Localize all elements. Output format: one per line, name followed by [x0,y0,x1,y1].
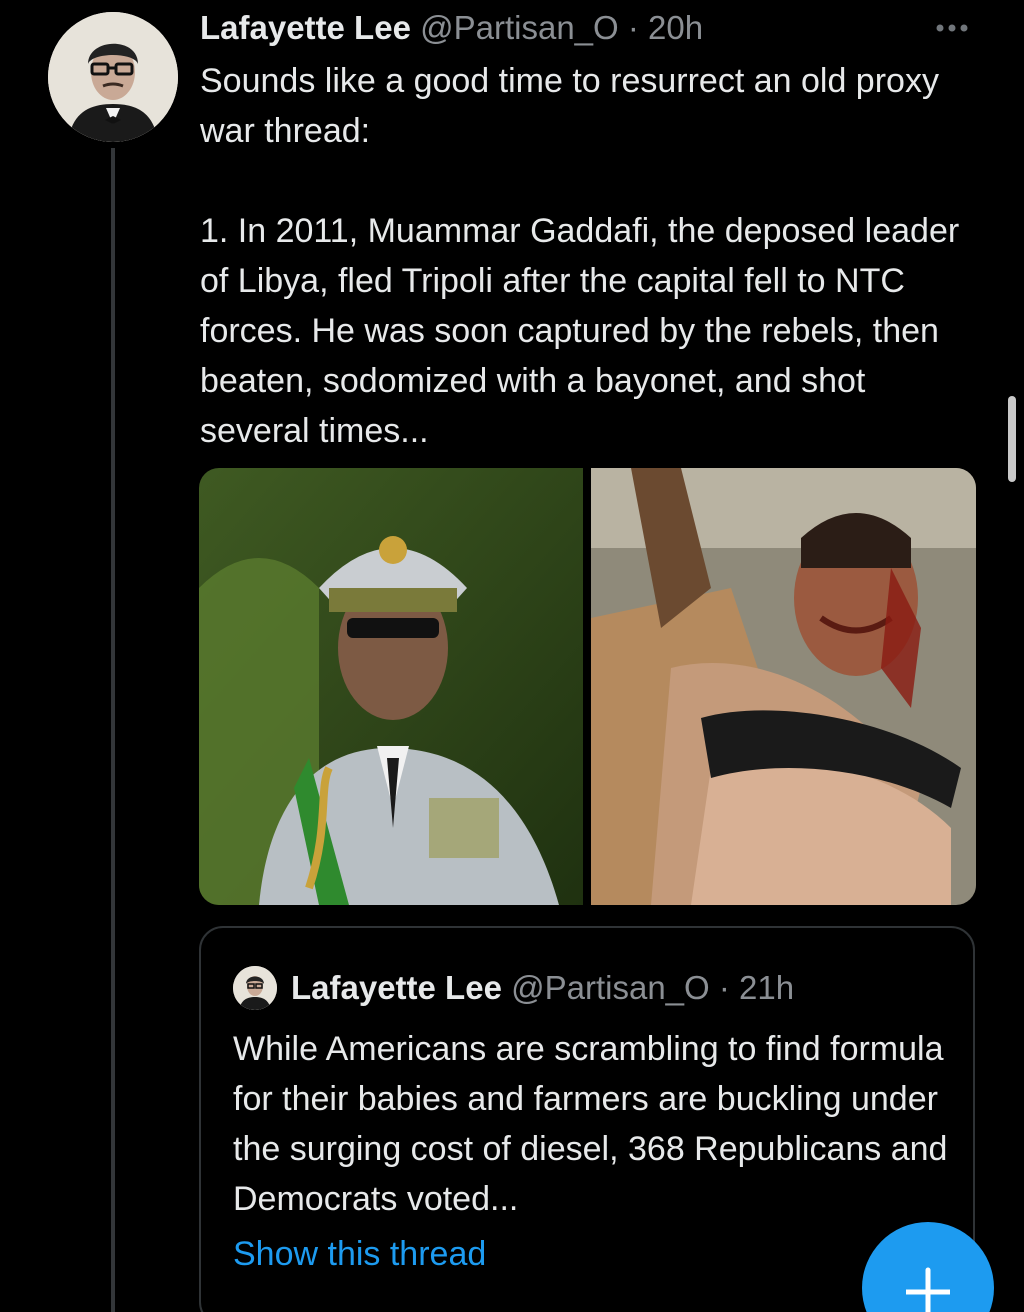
quoted-author-name: Lafayette Lee [291,969,502,1006]
plus-icon [906,1267,950,1312]
quoted-tweet-card[interactable]: Lafayette Lee @Partisan_O · 21h While Am… [199,926,975,1312]
avatar-portrait-icon [48,12,178,142]
media-image-uniformed-leader[interactable] [199,468,583,905]
tweet-media[interactable] [199,468,976,905]
quoted-tweet-timestamp: 21h [739,969,795,1006]
tweet-timestamp[interactable]: 20h [648,9,703,46]
scrollbar-thumb[interactable] [1008,396,1016,482]
author-name[interactable]: Lafayette Lee [200,9,411,46]
meta-separator: · [618,9,649,46]
quoted-author-handle: @Partisan_O [511,969,710,1006]
quoted-author-avatar [233,966,277,1010]
media-image-captured-leader[interactable] [591,468,976,905]
show-thread-link[interactable]: Show this thread [233,1232,486,1276]
author-handle[interactable]: @Partisan_O [420,9,619,46]
tweet-header: Lafayette Lee @Partisan_O · 20h [200,8,703,48]
quoted-tweet-text: While Americans are scrambling to find f… [233,1030,948,1218]
more-horizontal-icon[interactable] [930,18,974,38]
author-avatar[interactable] [48,12,178,142]
meta-separator: · [709,969,740,1006]
quoted-tweet-header: Lafayette Lee @Partisan_O · 21h [291,966,794,1010]
thread-connector-line [111,148,115,1312]
tweet-text: Sounds like a good time to resurrect an … [200,62,960,450]
tweet-thread-view: Lafayette Lee @Partisan_O · 20h Sounds l… [0,0,1024,1312]
avatar-portrait-icon [233,966,277,1010]
